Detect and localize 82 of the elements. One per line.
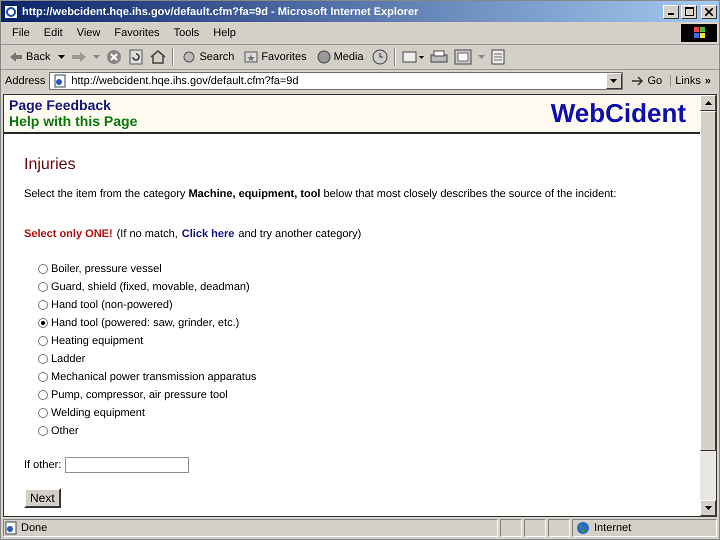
close-button[interactable] bbox=[701, 4, 717, 18]
search-button[interactable]: Search bbox=[180, 50, 236, 64]
radio-button[interactable] bbox=[38, 426, 48, 436]
vertical-scrollbar[interactable] bbox=[700, 95, 716, 516]
windows-logo-icon bbox=[681, 24, 717, 42]
browser-icon bbox=[4, 4, 18, 18]
note-text: and try another category) bbox=[238, 228, 362, 240]
document-icon[interactable] bbox=[490, 49, 505, 65]
globe-icon bbox=[576, 521, 590, 535]
option-label[interactable]: Hand tool (powered: saw, grinder, etc.) bbox=[51, 317, 240, 329]
option-label[interactable]: Pump, compressor, air pressure tool bbox=[51, 389, 228, 401]
status-panel bbox=[500, 519, 522, 537]
back-button[interactable]: Back bbox=[7, 51, 52, 63]
printer-icon[interactable] bbox=[430, 49, 448, 65]
circle-icon bbox=[182, 50, 196, 64]
radio-button[interactable] bbox=[38, 318, 48, 328]
other-label: If other: bbox=[24, 459, 62, 471]
status-text: Done bbox=[21, 522, 48, 534]
up-arrow-icon bbox=[704, 101, 712, 105]
help-link[interactable]: Help with this Page bbox=[9, 113, 138, 129]
option-label[interactable]: Ladder bbox=[51, 353, 86, 365]
minimize-icon bbox=[668, 13, 674, 15]
radio-button[interactable] bbox=[38, 300, 48, 310]
address-field[interactable]: http://webcident.hqe.ihs.gov/default.cfm?fa=9d bbox=[49, 72, 622, 90]
radio-button[interactable] bbox=[38, 372, 48, 382]
disc-icon bbox=[316, 50, 331, 64]
option-label[interactable]: Heating equipment bbox=[51, 335, 144, 347]
media-button[interactable]: Media bbox=[314, 50, 366, 64]
maximize-button[interactable] bbox=[681, 4, 697, 18]
maximize-icon bbox=[684, 7, 694, 16]
home-icon[interactable] bbox=[150, 49, 166, 65]
option-label[interactable]: Hand tool (non-powered) bbox=[51, 299, 173, 311]
links-button[interactable]: Links bbox=[675, 75, 701, 87]
radio-button[interactable] bbox=[38, 354, 48, 364]
option-label[interactable]: Boiler, pressure vessel bbox=[51, 263, 162, 275]
other-input-field[interactable] bbox=[65, 457, 190, 473]
menu-item[interactable]: File bbox=[5, 27, 37, 39]
note-text: (If no match, bbox=[116, 228, 178, 240]
refresh-icon[interactable] bbox=[128, 49, 144, 65]
page-feedback-link[interactable]: Page Feedback bbox=[9, 97, 138, 113]
page-heading: Injuries bbox=[24, 156, 77, 174]
menu-item[interactable]: Help bbox=[206, 27, 243, 39]
address-label: Address bbox=[5, 75, 46, 87]
back-arrow-icon bbox=[9, 51, 23, 63]
page-icon bbox=[53, 74, 68, 88]
more-chevron[interactable]: » bbox=[704, 75, 715, 87]
menu-item[interactable]: Tools bbox=[166, 27, 206, 39]
close-icon bbox=[705, 8, 713, 16]
menu-item[interactable]: Edit bbox=[36, 27, 70, 39]
next-button[interactable]: Next bbox=[24, 488, 61, 508]
option-label[interactable]: Welding equipment bbox=[51, 407, 145, 419]
stop-icon[interactable] bbox=[106, 49, 122, 65]
radio-button[interactable] bbox=[38, 390, 48, 400]
down-arrow-icon bbox=[704, 506, 712, 510]
instruction-text: Select the item from the category Machine, equipment, tool below that most closely describes the source of the incident: bbox=[24, 188, 618, 200]
mail-icon[interactable] bbox=[402, 49, 424, 65]
menu-item[interactable]: Favorites bbox=[107, 27, 167, 39]
zone-text: Internet bbox=[594, 522, 632, 534]
radio-button[interactable] bbox=[38, 264, 48, 274]
status-panel bbox=[548, 519, 570, 537]
dropdown-arrow-icon[interactable] bbox=[58, 55, 66, 59]
status-panel bbox=[524, 519, 546, 537]
minimize-button[interactable] bbox=[663, 4, 679, 18]
page-icon bbox=[4, 521, 18, 535]
go-button[interactable]: Go bbox=[626, 75, 672, 87]
history-icon[interactable] bbox=[372, 49, 388, 65]
caret-icon bbox=[610, 79, 617, 83]
click-here-link[interactable]: Click here bbox=[182, 228, 234, 240]
option-label[interactable]: Guard, shield (fixed, movable, deadman) bbox=[51, 281, 250, 293]
radio-button[interactable] bbox=[38, 408, 48, 418]
radio-button[interactable] bbox=[38, 336, 48, 346]
window-title: http://webcident.hqe.ihs.gov/default.cfm?fa=9d - Microsoft Internet Explorer bbox=[22, 6, 420, 18]
arrow-icon bbox=[630, 75, 644, 87]
favorites-button[interactable]: Favorites bbox=[242, 50, 309, 64]
menu-item[interactable]: View bbox=[70, 27, 108, 39]
warning-text: Select only ONE! bbox=[24, 228, 113, 240]
option-label[interactable]: Mechanical power transmission apparatus bbox=[51, 371, 256, 383]
radio-button[interactable] bbox=[38, 282, 48, 292]
site-logo: WebCident bbox=[550, 98, 686, 128]
edit-icon[interactable] bbox=[454, 49, 472, 65]
option-label[interactable]: Other bbox=[51, 425, 79, 437]
dropdown-button[interactable] bbox=[606, 73, 622, 89]
